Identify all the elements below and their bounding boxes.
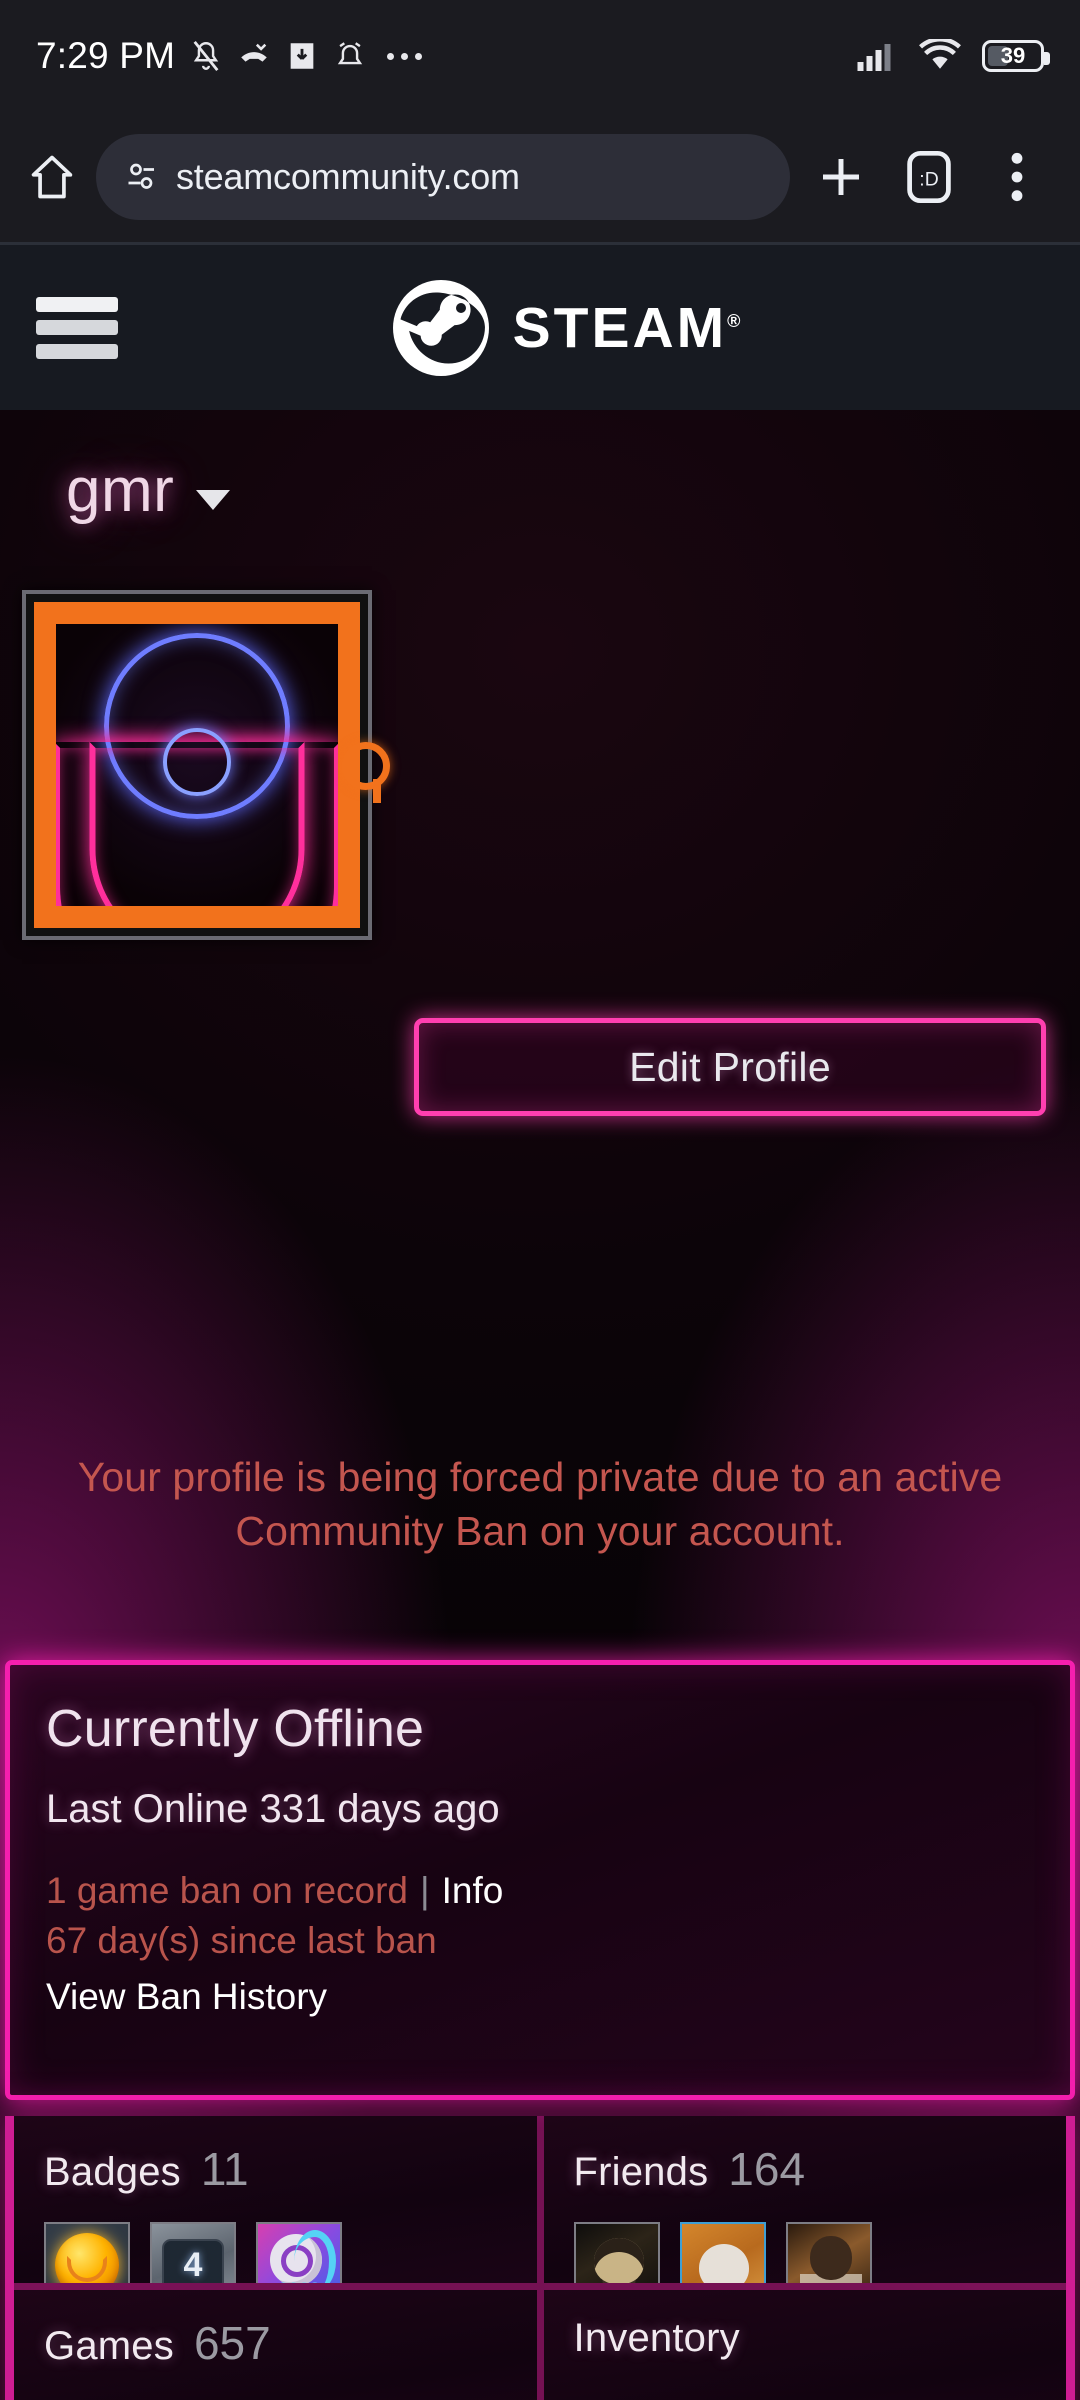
missed-call-icon <box>237 39 271 73</box>
neon-avatar-image <box>56 624 338 906</box>
friend-avatar-2[interactable] <box>679 2222 766 2284</box>
cellular-signal-icon <box>856 39 898 73</box>
online-status-title: Currently Offline <box>46 1700 425 1758</box>
steam-level-badge-icon[interactable]: 4 <box>150 2222 236 2284</box>
steam-2022-anniversary-badge-icon[interactable]: 2022 <box>256 2222 342 2284</box>
profile-stats-grid: Badges 11 4 2022 Friends 164 <box>5 2116 1075 2400</box>
phone-screen: 7:29 PM 39 steamcommunity.com:D STEAM® … <box>0 0 1080 2400</box>
stat-card-friends[interactable]: Friends 164 <box>543 2116 1066 2284</box>
friend-avatar-3[interactable] <box>785 2222 872 2284</box>
tab-switcher-button[interactable]: :D <box>892 140 966 214</box>
separator: | <box>420 1870 430 1911</box>
profile-name-row[interactable]: gmr <box>66 455 231 526</box>
url-text[interactable]: steamcommunity.com <box>176 156 520 198</box>
edit-profile-button[interactable]: Edit Profile <box>414 1018 1046 1116</box>
edit-profile-label: Edit Profile <box>629 1043 831 1090</box>
bell-off-icon <box>189 39 223 73</box>
forced-private-notice: Your profile is being forced private due… <box>77 1454 1003 1555</box>
registered-mark: ® <box>727 310 744 331</box>
address-bar[interactable]: steamcommunity.com <box>96 134 790 220</box>
stat-card-games[interactable]: Games 657 <box>14 2290 537 2400</box>
chevron-down-icon[interactable] <box>196 489 231 510</box>
stat-label: Inventory <box>573 2316 740 2361</box>
game-ban-count: 1 game ban on record <box>46 1870 409 1911</box>
stat-card-badges[interactable]: Badges 11 4 2022 <box>14 2116 537 2284</box>
avatar[interactable] <box>22 590 390 940</box>
stat-card-inventory[interactable]: Inventory <box>543 2290 1066 2400</box>
more-dots-icon <box>387 52 423 60</box>
friend-thumbnails <box>573 2222 1037 2284</box>
home-icon[interactable] <box>26 151 78 203</box>
steam-wordmark: STEAM® <box>512 295 744 360</box>
browser-toolbar: steamcommunity.com :D <box>0 112 1080 242</box>
new-tab-button[interactable] <box>804 140 878 214</box>
status-bar-clock: 7:29 PM <box>36 35 176 76</box>
stat-label: Badges <box>44 2150 181 2194</box>
image-download-icon <box>285 39 319 73</box>
view-ban-history-link[interactable]: View Ban History <box>46 1976 1034 2018</box>
stat-count: 164 <box>728 2143 806 2195</box>
battery-icon: 39 <box>982 40 1050 72</box>
stat-label: Friends <box>573 2150 709 2194</box>
gold-medal-badge-icon[interactable] <box>44 2222 130 2284</box>
last-online-text: Last Online 331 days ago <box>46 1787 500 1831</box>
battery-percent-label: 39 <box>1000 43 1026 68</box>
game-ban-row: 1 game ban on record | Info <box>46 1870 1034 1912</box>
svg-text::D: :D <box>919 169 938 191</box>
days-since-ban: 67 day(s) since last ban <box>46 1920 437 1961</box>
status-bar-left: 7:29 PM <box>36 35 856 77</box>
stat-count: 657 <box>193 2317 271 2370</box>
alarm-icon <box>333 39 367 73</box>
quake-q-badge-icon <box>342 742 390 803</box>
steam-logo-icon <box>391 278 491 378</box>
steam-logo-lockup[interactable]: STEAM® <box>104 278 1030 378</box>
status-bar-right: 39 <box>856 39 1050 73</box>
profile-username: gmr <box>66 456 175 525</box>
badge-thumbnails: 4 2022 <box>44 2222 507 2284</box>
friend-avatar-1[interactable] <box>573 2222 660 2284</box>
online-status-panel: Currently Offline Last Online 331 days a… <box>5 1660 1075 2100</box>
steam-site-header: STEAM® <box>0 242 1080 410</box>
android-status-bar: 7:29 PM 39 <box>0 0 1080 112</box>
stat-count: 11 <box>200 2143 249 2195</box>
site-permissions-icon[interactable] <box>124 159 160 195</box>
overflow-menu-button[interactable] <box>980 140 1054 214</box>
ban-info-link[interactable]: Info <box>442 1870 504 1912</box>
profile-body: gmr Edit Profile Your profile is being f… <box>0 410 1080 2400</box>
stat-label: Games <box>44 2324 174 2369</box>
wifi-icon <box>918 39 962 73</box>
